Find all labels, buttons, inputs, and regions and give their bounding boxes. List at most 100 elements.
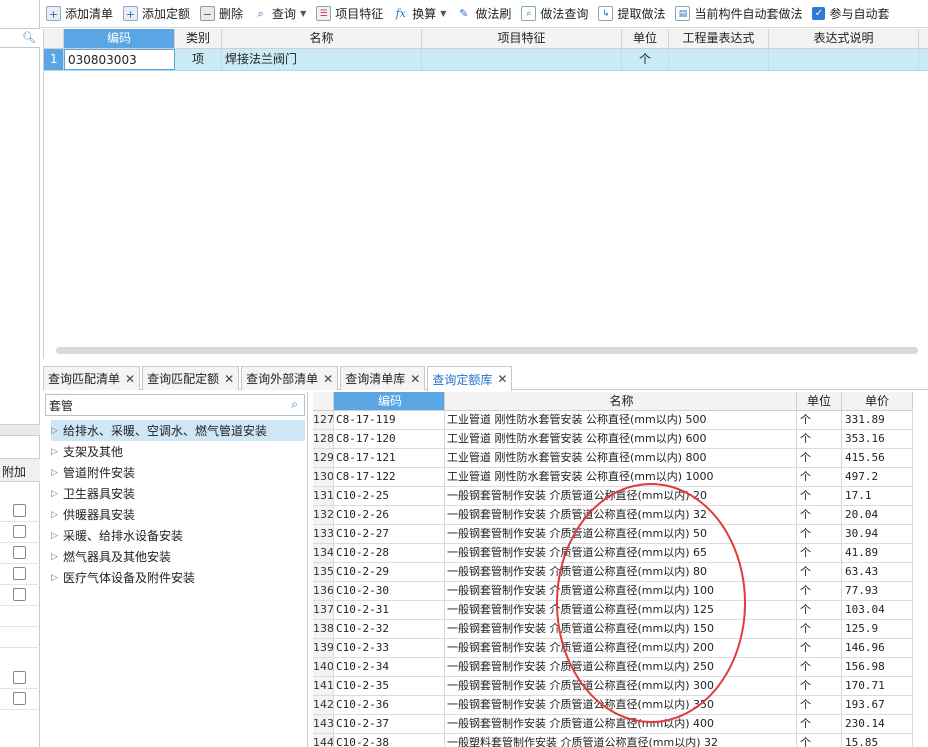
- close-icon[interactable]: ✕: [497, 372, 507, 386]
- auto-apply-button[interactable]: ▤ 当前构件自动套做法: [670, 1, 807, 27]
- cell-code[interactable]: 030803003: [64, 49, 175, 70]
- cell-unit[interactable]: 个: [797, 411, 842, 429]
- header-unit[interactable]: 单位: [622, 29, 669, 48]
- cell-code[interactable]: C10-2-32: [334, 620, 445, 638]
- cell-price[interactable]: 77.93: [842, 582, 913, 600]
- cell-code[interactable]: C10-2-30: [334, 582, 445, 600]
- tab-external-list[interactable]: 查询外部清单 ✕: [241, 366, 339, 390]
- cell-price[interactable]: 17.1: [842, 487, 913, 505]
- cell-unit[interactable]: 个: [797, 525, 842, 543]
- row-checkbox[interactable]: [13, 546, 26, 559]
- cell-price[interactable]: 170.71: [842, 677, 913, 695]
- tree-item[interactable]: ▷ 管道附件安装: [51, 462, 135, 483]
- cell-unit[interactable]: 个: [797, 620, 842, 638]
- cell-code[interactable]: C10-2-31: [334, 601, 445, 619]
- cell-name[interactable]: 工业管道 刚性防水套管安装 公称直径(mm以内) 1000: [445, 468, 797, 486]
- header-feature[interactable]: 项目特征: [422, 29, 622, 48]
- cell-price[interactable]: 415.56: [842, 449, 913, 467]
- cell-unit[interactable]: 个: [797, 677, 842, 695]
- cell-unit[interactable]: 个: [797, 715, 842, 733]
- cell-code[interactable]: C10-2-34: [334, 658, 445, 676]
- delete-button[interactable]: − 删除: [195, 1, 248, 27]
- cell-name[interactable]: 焊接法兰阀门: [222, 49, 422, 70]
- chevron-right-icon[interactable]: ▷: [51, 510, 63, 520]
- cell-unit[interactable]: 个: [797, 601, 842, 619]
- method-brush-button[interactable]: ✎ 做法刷: [451, 1, 516, 27]
- cell-unit[interactable]: 个: [797, 487, 842, 505]
- cell-price[interactable]: 193.67: [842, 696, 913, 714]
- tab-match-list[interactable]: 查询匹配清单 ✕: [43, 366, 141, 390]
- convert-button[interactable]: fx 换算 ▼: [388, 1, 451, 27]
- cell-code[interactable]: C10-2-29: [334, 563, 445, 581]
- tab-match-quota[interactable]: 查询匹配定额 ✕: [142, 366, 240, 390]
- close-icon[interactable]: ✕: [410, 372, 420, 386]
- cell-code[interactable]: C10-2-38: [334, 734, 445, 747]
- cell-price[interactable]: 331.89: [842, 411, 913, 429]
- table-row[interactable]: 127 C8-17-119 工业管道 刚性防水套管安装 公称直径(mm以内) 500…: [313, 411, 913, 430]
- cell-price[interactable]: 41.89: [842, 544, 913, 562]
- cell-code[interactable]: C8-17-119: [334, 411, 445, 429]
- row-checkbox[interactable]: [13, 692, 26, 705]
- cell-name[interactable]: 一般钢套管制作安装 介质管道公称直径(mm以内) 400: [445, 715, 797, 733]
- cell-unit[interactable]: 个: [797, 563, 842, 581]
- cell-price[interactable]: 146.96: [842, 639, 913, 657]
- tree-item[interactable]: ▷ 卫生器具安装: [51, 483, 135, 504]
- horizontal-scrollbar[interactable]: [56, 347, 918, 354]
- row-checkbox[interactable]: [13, 525, 26, 538]
- cell-price[interactable]: 125.9: [842, 620, 913, 638]
- cell-price[interactable]: 497.2: [842, 468, 913, 486]
- header-name[interactable]: 名称: [445, 392, 797, 410]
- cell-price[interactable]: 103.04: [842, 601, 913, 619]
- cell-code[interactable]: C10-2-26: [334, 506, 445, 524]
- tree-item[interactable]: ▷ 支架及其他: [51, 441, 123, 462]
- tree-item[interactable]: ▷ 医疗气体设备及附件安装: [51, 567, 195, 588]
- cell-code[interactable]: C8-17-121: [334, 449, 445, 467]
- tab-list-library[interactable]: 查询清单库 ✕: [340, 366, 426, 390]
- table-row[interactable]: 130 C8-17-122 工业管道 刚性防水套管安装 公称直径(mm以内) 100…: [313, 468, 913, 487]
- left-search-input[interactable]: 🔍︎: [0, 28, 40, 48]
- chevron-right-icon[interactable]: ▷: [51, 573, 63, 583]
- item-feature-button[interactable]: ☰ 项目特征: [311, 1, 388, 27]
- vertical-scrollbar[interactable]: [913, 392, 928, 747]
- cell-type[interactable]: 项: [175, 49, 222, 70]
- cell-price[interactable]: 353.16: [842, 430, 913, 448]
- table-row[interactable]: 143 C10-2-37 一般钢套管制作安装 介质管道公称直径(mm以内) 400 个…: [313, 715, 913, 734]
- table-row[interactable]: 144 C10-2-38 一般塑料套管制作安装 介质管道公称直径(mm以内) 32 个…: [313, 734, 913, 747]
- header-name[interactable]: 名称: [222, 29, 422, 48]
- header-code[interactable]: 编码: [64, 29, 175, 48]
- close-icon[interactable]: ✕: [125, 372, 135, 386]
- join-auto-checkbox[interactable]: ✓ 参与自动套: [807, 1, 894, 27]
- close-icon[interactable]: ✕: [323, 372, 333, 386]
- close-icon[interactable]: ✕: [224, 372, 234, 386]
- extract-method-button[interactable]: ↳ 提取做法: [593, 1, 670, 27]
- cell-name[interactable]: 一般塑料套管制作安装 介质管道公称直径(mm以内) 32: [445, 734, 797, 747]
- query-button[interactable]: ⌕ 查询 ▼: [248, 1, 311, 27]
- tree-item[interactable]: ▷ 采暖、给排水设备安装: [51, 525, 183, 546]
- cell-code[interactable]: C10-2-28: [334, 544, 445, 562]
- method-query-button[interactable]: ⌕ 做法查询: [516, 1, 593, 27]
- cell-unit[interactable]: 个: [797, 468, 842, 486]
- cell-code[interactable]: C10-2-25: [334, 487, 445, 505]
- cell-price[interactable]: 156.98: [842, 658, 913, 676]
- cell-unit[interactable]: 个: [622, 49, 669, 70]
- cell-expression-desc[interactable]: [769, 49, 919, 70]
- cell-price[interactable]: 230.14: [842, 715, 913, 733]
- cell-code[interactable]: C8-17-122: [334, 468, 445, 486]
- chevron-right-icon[interactable]: ▷: [51, 531, 63, 541]
- cell-price[interactable]: 15.85: [842, 734, 913, 747]
- row-checkbox[interactable]: [13, 588, 26, 601]
- chevron-right-icon[interactable]: ▷: [51, 447, 63, 457]
- row-checkbox[interactable]: [13, 671, 26, 684]
- row-checkbox[interactable]: [13, 567, 26, 580]
- tree-item[interactable]: ▷ 燃气器具及其他安装: [51, 546, 171, 567]
- header-unit[interactable]: 单位: [797, 392, 842, 410]
- cell-name[interactable]: 工业管道 刚性防水套管安装 公称直径(mm以内) 800: [445, 449, 797, 467]
- chevron-right-icon[interactable]: ▷: [51, 468, 63, 478]
- cell-name[interactable]: 工业管道 刚性防水套管安装 公称直径(mm以内) 500: [445, 411, 797, 429]
- cell-unit[interactable]: 个: [797, 639, 842, 657]
- header-type[interactable]: 类别: [175, 29, 222, 48]
- chevron-right-icon[interactable]: ▷: [51, 426, 63, 436]
- left-panel-scrollbar[interactable]: [0, 424, 40, 436]
- header-price[interactable]: 单价: [842, 392, 913, 410]
- cell-unit[interactable]: 个: [797, 449, 842, 467]
